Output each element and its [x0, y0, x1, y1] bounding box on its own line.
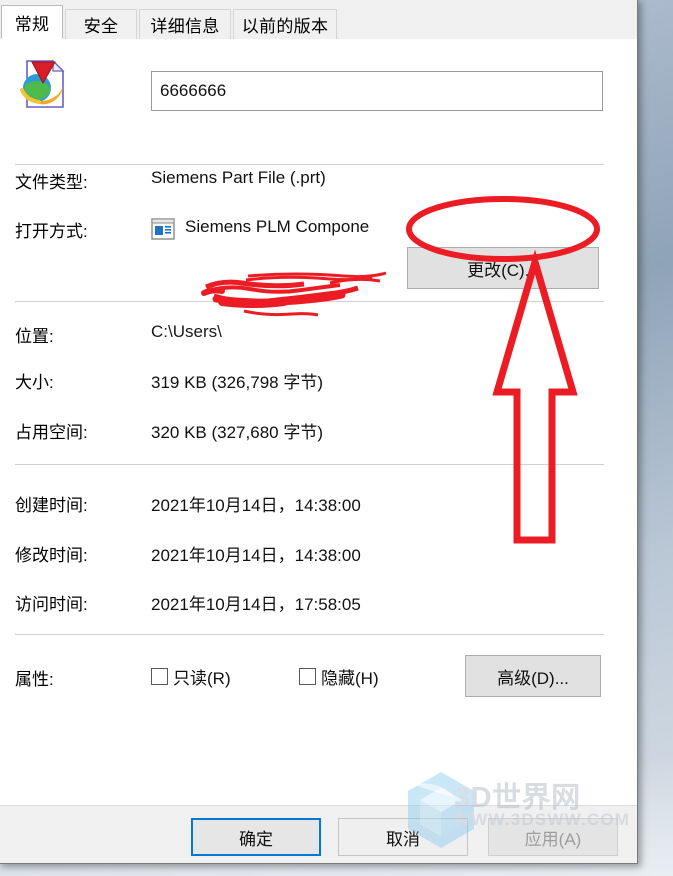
filetype-value: Siemens Part File (.prt) [151, 168, 326, 187]
hidden-checkbox-box [299, 668, 316, 685]
advanced-button[interactable]: 高级(D)... [465, 655, 601, 697]
divider-3 [15, 464, 604, 465]
tab-details[interactable]: 详细信息 [139, 9, 231, 39]
ok-button-label: 确定 [239, 829, 273, 849]
change-button-label: 更改(C)... [467, 260, 539, 280]
tab-previous-versions[interactable]: 以前的版本 [233, 9, 337, 39]
tab-general[interactable]: 常规 [1, 5, 63, 39]
divider-1 [15, 164, 604, 165]
cancel-button-label: 取消 [386, 829, 420, 849]
size-label: 大小: [15, 373, 54, 392]
accessed-value: 2021年10月14日，17:58:05 [151, 595, 361, 614]
modified-label: 修改时间: [15, 546, 88, 565]
created-label: 创建时间: [15, 496, 88, 515]
downloaded-file-globe-icon [15, 57, 69, 111]
application-window-icon [151, 218, 175, 240]
diskspace-value: 320 KB (327,680 字节) [151, 423, 323, 442]
tab-general-label: 常规 [14, 14, 50, 34]
tab-security-label: 安全 [83, 17, 119, 36]
tab-previous-versions-label: 以前的版本 [241, 17, 329, 36]
readonly-checkbox-box [151, 668, 168, 685]
size-value: 319 KB (326,798 字节) [151, 373, 323, 392]
readonly-checkbox[interactable]: 只读(R) [151, 664, 231, 689]
ok-button[interactable]: 确定 [191, 818, 321, 856]
location-label: 位置: [15, 327, 54, 346]
apply-button[interactable]: 应用(A) [488, 818, 618, 856]
hidden-checkbox-label: 隐藏(H) [321, 669, 379, 688]
modified-value: 2021年10月14日，14:38:00 [151, 546, 361, 565]
apply-button-label: 应用(A) [524, 829, 582, 849]
filename-value: 6666666 [160, 81, 227, 100]
hidden-checkbox[interactable]: 隐藏(H) [299, 664, 379, 689]
tab-security[interactable]: 安全 [65, 9, 137, 39]
filename-input[interactable]: 6666666 [151, 71, 603, 111]
divider-2 [15, 301, 604, 302]
dialog-footer: 确定 取消 应用(A) [0, 805, 637, 863]
divider-4 [15, 634, 604, 635]
attributes-label: 属性: [15, 670, 54, 689]
readonly-checkbox-label: 只读(R) [173, 669, 231, 688]
file-properties-dialog: 常规 安全 详细信息 以前的版本 6666666 文件类型: Siemens P… [0, 0, 638, 864]
diskspace-label: 占用空间: [15, 423, 88, 442]
openwith-label: 打开方式: [15, 222, 88, 241]
tab-details-label: 详细信息 [150, 17, 220, 36]
location-value: C:\Users\ [151, 322, 222, 341]
general-tab-panel: 6666666 文件类型: Siemens Part File (.prt) 打… [0, 39, 637, 804]
advanced-button-label: 高级(D)... [497, 668, 569, 688]
change-button[interactable]: 更改(C)... [407, 247, 599, 289]
accessed-label: 访问时间: [15, 595, 88, 614]
openwith-value: Siemens PLM Compone [185, 217, 370, 236]
filetype-label: 文件类型: [15, 173, 88, 192]
created-value: 2021年10月14日，14:38:00 [151, 496, 361, 515]
cancel-button[interactable]: 取消 [338, 818, 468, 856]
tab-strip: 常规 安全 详细信息 以前的版本 [0, 0, 637, 39]
